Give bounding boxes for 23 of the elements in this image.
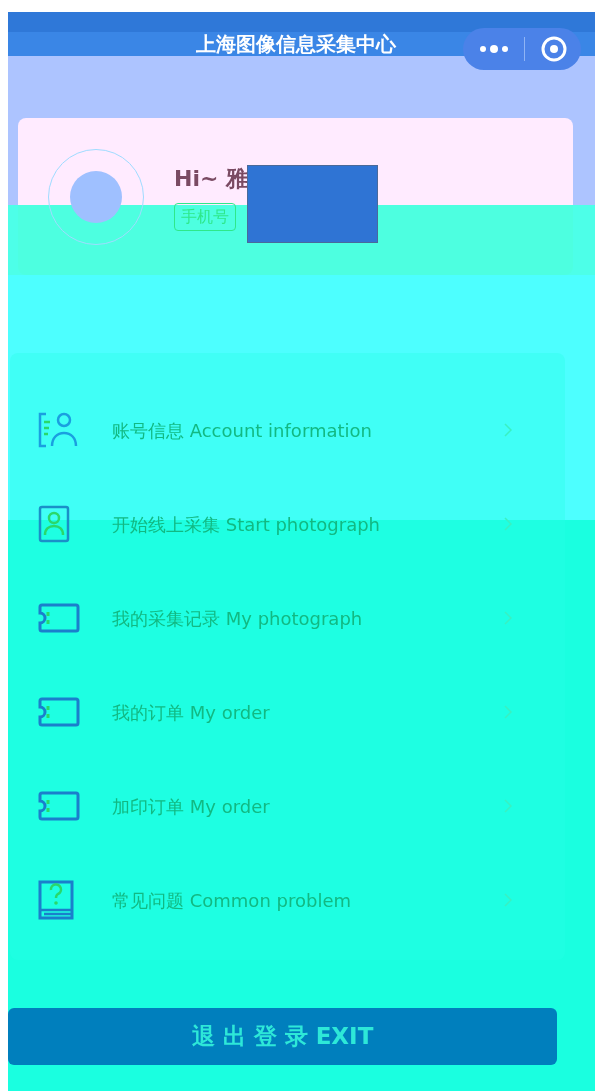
more-icon[interactable] xyxy=(479,44,509,54)
greeting-text: Hi~ 雅 xyxy=(174,165,249,193)
account-icon xyxy=(38,412,78,448)
portrait-icon xyxy=(38,505,70,543)
chevron-icon xyxy=(503,798,513,814)
chevron-icon xyxy=(503,516,513,532)
menu-item[interactable]: 账号信息 Account information xyxy=(10,383,565,477)
menu-item[interactable]: 常见问题 Common problem xyxy=(10,853,565,947)
ticket-icon xyxy=(38,697,80,727)
logout-button[interactable]: 退 出 登 录 EXIT xyxy=(8,1008,557,1065)
chevron-icon xyxy=(503,892,513,908)
page-title: 上海图像信息采集中心 xyxy=(194,34,397,54)
ticket-icon xyxy=(38,791,80,821)
ticket-icon xyxy=(38,603,80,633)
chevron-icon xyxy=(503,422,513,438)
menu-item[interactable]: 我的订单 My order xyxy=(10,665,565,759)
phone-tag: 手机号 xyxy=(174,203,236,231)
menu-item[interactable]: 我的采集记录 My photograph xyxy=(10,571,565,665)
chevron-icon xyxy=(503,610,513,626)
menu-item[interactable]: 加印订单 My order xyxy=(10,759,565,853)
menu-item[interactable]: 开始线上采集 Start photograph xyxy=(10,477,565,571)
help-book-icon xyxy=(38,880,74,920)
chevron-icon xyxy=(503,704,513,720)
